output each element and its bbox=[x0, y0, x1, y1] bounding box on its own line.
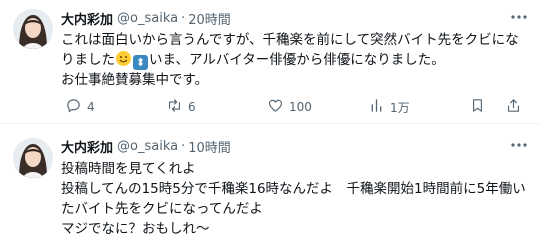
retweet-count: 6 bbox=[188, 100, 196, 114]
retweet-icon bbox=[166, 97, 183, 117]
tweet-text-segment: りました bbox=[61, 52, 115, 68]
tweet-text-line: お仕事絶賛募集中です。 bbox=[61, 72, 209, 88]
views-icon bbox=[368, 97, 385, 117]
share-icon bbox=[505, 97, 522, 117]
tweet-header: 大内彩加 @o_saika · 20時間 bbox=[61, 9, 231, 28]
reply-count: 4 bbox=[87, 100, 95, 114]
tweet-text-line: 投稿時間を見てくれよ bbox=[61, 161, 196, 177]
display-name[interactable]: 大内彩加 bbox=[61, 137, 113, 156]
more-icon[interactable] bbox=[509, 8, 529, 26]
timestamp[interactable]: 20時間 bbox=[188, 9, 231, 28]
like-count: 100 bbox=[289, 100, 312, 114]
tweet-text: これは面白いから言うんですが、千穐楽を前にして突然バイト先をクビにな りました ⬍… bbox=[61, 30, 531, 90]
user-handle[interactable]: @o_saika bbox=[117, 139, 178, 154]
user-handle[interactable]: @o_saika bbox=[117, 11, 178, 26]
tweet-text-line: たバイト先をクビになってんだよ bbox=[61, 201, 263, 217]
tweet-text-line: マジでなに？おもしれ〜 bbox=[61, 221, 210, 237]
avatar[interactable] bbox=[13, 9, 53, 49]
bookmark-button[interactable] bbox=[469, 97, 486, 117]
share-button[interactable] bbox=[505, 97, 522, 117]
separator-dot: · bbox=[181, 138, 186, 154]
action-bar: 4 6 100 1万 bbox=[53, 97, 533, 117]
tweet-text-segment: いま、アルバイター俳優から俳優になりました。 bbox=[149, 52, 445, 68]
timestamp[interactable]: 10時間 bbox=[188, 137, 231, 156]
separator-dot: · bbox=[181, 10, 186, 26]
tweet-header: 大内彩加 @o_saika · 10時間 bbox=[61, 137, 231, 156]
tweet-text-line-with-emoji: りました ⬍ いま、アルバイター俳優から俳優になりました。 bbox=[61, 50, 531, 70]
views-count: 1万 bbox=[390, 100, 410, 115]
tweet-text-line: これは面白いから言うんですが、千穐楽を前にして突然バイト先をクビにな bbox=[61, 32, 519, 48]
tweet[interactable]: 大内彩加 @o_saika · 10時間 投稿時間を見てくれよ 投稿してんの15… bbox=[0, 124, 541, 240]
like-button[interactable]: 100 bbox=[267, 97, 312, 117]
like-icon bbox=[267, 97, 284, 117]
more-icon[interactable] bbox=[509, 136, 529, 154]
reply-button[interactable]: 4 bbox=[65, 97, 95, 117]
retweet-button[interactable]: 6 bbox=[166, 97, 196, 117]
bookmark-icon bbox=[469, 97, 486, 117]
display-name[interactable]: 大内彩加 bbox=[61, 9, 113, 28]
tweet[interactable]: 大内彩加 @o_saika · 20時間 これは面白いから言うんですが、千穐楽を… bbox=[0, 0, 541, 124]
smiling-face-emoji-icon bbox=[116, 51, 131, 66]
avatar[interactable] bbox=[13, 138, 53, 178]
tweet-text: 投稿時間を見てくれよ 投稿してんの15時5分で千穐楽16時なんだよ 千穐楽開始1… bbox=[61, 159, 531, 239]
views-button[interactable]: 1万 bbox=[368, 97, 410, 117]
tweet-text-line: 投稿してんの15時5分で千穐楽16時なんだよ 千穐楽開始1時間前に5年働い bbox=[61, 181, 526, 197]
up-down-arrow-emoji-icon: ⬍ bbox=[133, 55, 148, 70]
reply-icon bbox=[65, 97, 82, 117]
